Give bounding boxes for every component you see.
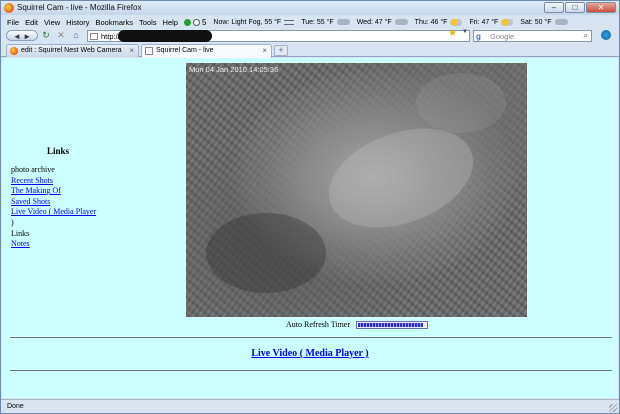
search-engine-icon[interactable]: g (476, 32, 481, 41)
minimize-button[interactable]: – (544, 2, 564, 13)
menu-history[interactable]: History (66, 18, 89, 27)
weather-now-label: Now: Light Fog, 55 °F (213, 18, 282, 26)
search-placeholder: Google (490, 32, 515, 41)
bookmark-star-icon[interactable]: ★ (448, 28, 457, 39)
shadow-shape (206, 213, 326, 293)
weather-sat[interactable]: Sat: 50 °F (520, 18, 568, 26)
page-favicon-icon (90, 33, 98, 40)
page-content: Links photo archive Recent Shots The Mak… (2, 58, 618, 398)
cloud-icon (336, 19, 350, 25)
live-video-link[interactable]: Live Video ( Media Player ) (251, 348, 368, 359)
window-title: Squirrel Cam - live - Mozilla Firefox (17, 3, 142, 12)
tab-favicon-icon (145, 47, 153, 55)
stop-icon[interactable]: ✕ (56, 30, 66, 41)
camera-image: Mon 04 Jan 2010 14:05:36 (186, 63, 527, 317)
menu-file[interactable]: File (7, 18, 19, 27)
bottom-link-row: Live Video ( Media Player ) (2, 348, 618, 359)
tab-close-icon[interactable]: × (129, 45, 134, 57)
wind-icon (284, 19, 295, 25)
auto-refresh-progress-bar (356, 320, 428, 329)
tab-close-icon[interactable]: × (262, 45, 267, 57)
sidebar-links: photo archive Recent Shots The Making Of… (11, 165, 131, 250)
addon-status-icon[interactable] (183, 18, 191, 26)
url-text: http:// (101, 32, 120, 41)
maximize-button[interactable]: □ (565, 2, 585, 13)
weather-thu[interactable]: Thu: 46 °F (414, 18, 463, 26)
partly-sunny-icon (501, 18, 514, 26)
reload-icon[interactable]: ↻ (41, 30, 51, 41)
addon-globe-icon[interactable] (601, 30, 611, 40)
sidebar-item-photo-archive: photo archive (11, 165, 55, 174)
sidebar-link-saved-shots[interactable]: Saved Shots (11, 197, 131, 208)
status-bar: Done (1, 399, 619, 413)
sidebar-link-making-of[interactable]: The Making Of (11, 186, 131, 197)
firefox-icon (4, 3, 14, 13)
partly-sunny-icon (450, 18, 463, 26)
tab-edit-camera[interactable]: edit : Squirrel Nest Web Camera × (6, 44, 139, 57)
close-button[interactable]: ✕ (586, 2, 616, 13)
cloud-icon (554, 19, 568, 25)
auto-refresh-label: Auto Refresh Timer (286, 320, 350, 329)
menu-bookmarks[interactable]: Bookmarks (96, 18, 134, 27)
search-box[interactable]: g Google ⌕ (473, 30, 592, 42)
weather-wed[interactable]: Wed: 47 °F (357, 19, 408, 26)
auto-refresh-progress-fill (358, 322, 423, 327)
weather-fri[interactable]: Fri: 47 °F (469, 18, 514, 26)
menu-help[interactable]: Help (163, 18, 178, 27)
weather-tue[interactable]: Tue: 55 °F (301, 19, 350, 26)
tab-squirrel-cam[interactable]: Squirrel Cam - live × (141, 44, 272, 58)
browser-window: Squirrel Cam - live - Mozilla Firefox – … (0, 0, 620, 414)
auto-refresh-timer: Auto Refresh Timer (286, 320, 428, 329)
weather-count: 5 (201, 17, 207, 27)
divider-bottom (10, 370, 612, 371)
links-heading: Links (47, 146, 70, 156)
url-redaction (118, 30, 212, 42)
tab-favicon-icon (10, 47, 18, 55)
tab-label: edit : Squirrel Nest Web Camera (21, 47, 122, 54)
menu-bar: File Edit View History Bookmarks Tools H… (1, 16, 619, 28)
status-text: Done (7, 403, 24, 410)
camera-timestamp: Mon 04 Jan 2010 14:05:36 (189, 65, 279, 74)
new-tab-button[interactable]: + (274, 45, 288, 56)
weather-sat-label: Sat: 50 °F (520, 18, 552, 26)
menu-edit[interactable]: Edit (25, 18, 38, 27)
weather-fri-label: Fri: 47 °F (469, 18, 499, 26)
sidebar-link-live-video-tail[interactable]: ) (11, 218, 131, 229)
url-dropdown-icon[interactable]: ▼ (462, 29, 468, 35)
back-forward-button[interactable]: ◄ ► (6, 30, 38, 41)
tab-label: Squirrel Cam - live (156, 47, 214, 54)
weather-thu-label: Thu: 46 °F (414, 18, 448, 26)
addon-ring-icon[interactable] (192, 18, 200, 26)
cloud-icon (394, 19, 408, 25)
tab-bar: edit : Squirrel Nest Web Camera × Squirr… (1, 43, 619, 58)
resize-grip-icon[interactable] (609, 404, 617, 412)
menu-tools[interactable]: Tools (139, 18, 157, 27)
sidebar-link-live-video[interactable]: Live Video ( Media Player (11, 207, 131, 218)
window-controls: – □ ✕ (543, 2, 616, 14)
sidebar-link-notes[interactable]: Notes (11, 239, 131, 250)
divider-top (10, 337, 612, 338)
weather-now[interactable]: Now: Light Fog, 55 °F (213, 18, 295, 26)
url-bar[interactable]: http:// (87, 30, 470, 42)
sidebar-item-links: Links (11, 228, 30, 238)
title-bar[interactable]: Squirrel Cam - live - Mozilla Firefox – … (1, 1, 619, 15)
search-icon[interactable]: ⌕ (584, 31, 588, 41)
sidebar-link-recent-shots[interactable]: Recent Shots (11, 176, 131, 187)
menu-view[interactable]: View (44, 18, 60, 27)
home-icon[interactable]: ⌂ (71, 30, 81, 41)
weather-wed-label: Wed: 47 °F (356, 18, 392, 26)
leaves-shape (416, 73, 506, 133)
navigation-toolbar: ◄ ► ↻ ✕ ⌂ http:// ★ ▼ g Google ⌕ (1, 28, 619, 43)
weather-tue-label: Tue: 55 °F (301, 18, 334, 26)
